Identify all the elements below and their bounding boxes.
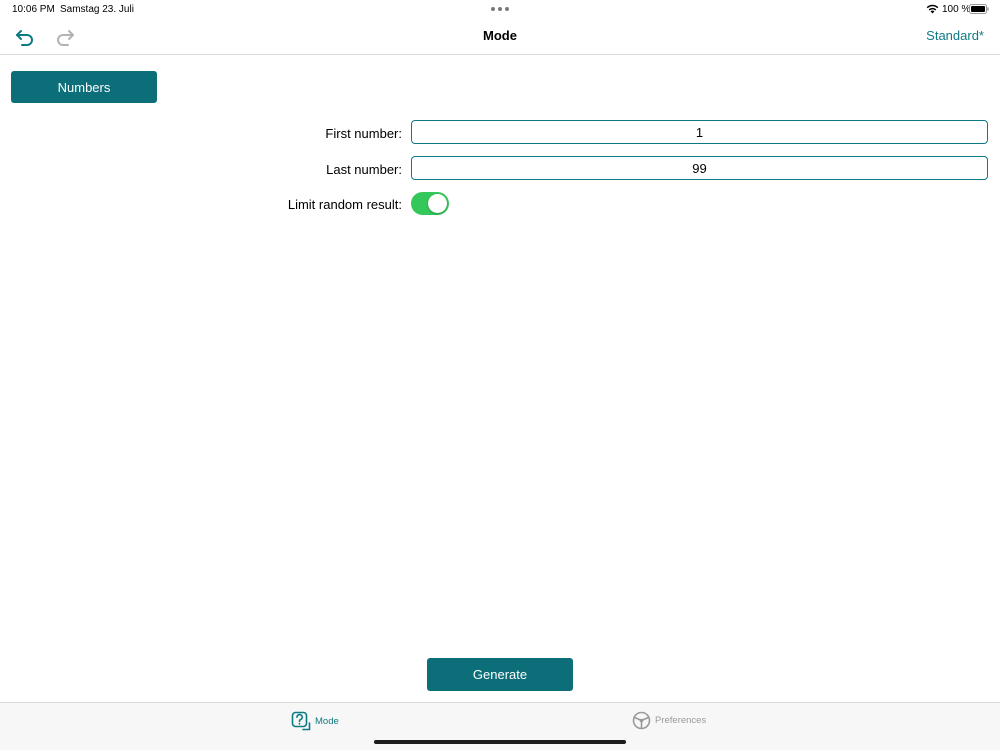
first-number-label: First number: xyxy=(325,126,402,141)
tab-preferences-label: Preferences xyxy=(655,715,707,726)
status-date: Samstag 23. Juli xyxy=(60,4,134,15)
status-time: 10:06 PM xyxy=(12,4,55,15)
tab-mode[interactable]: Mode xyxy=(291,711,339,731)
limit-random-result-label: Limit random result: xyxy=(287,197,402,212)
numbers-mode-button[interactable]: Numbers xyxy=(11,71,157,103)
last-number-label: Last number: xyxy=(326,162,402,177)
dice-question-icon xyxy=(291,711,311,731)
battery-icon xyxy=(969,4,989,14)
standard-preset-button[interactable]: Standard* xyxy=(926,28,984,43)
wifi-icon xyxy=(926,4,939,14)
navigation-bar: Mode Standard* xyxy=(0,20,1000,55)
battery-percentage: 100 % xyxy=(942,4,971,15)
status-bar: 10:06 PM Samstag 23. Juli 100 % xyxy=(0,0,1000,20)
page-title: Mode xyxy=(483,28,517,43)
first-number-input[interactable] xyxy=(411,120,988,144)
limit-random-result-toggle[interactable] xyxy=(411,192,449,215)
home-indicator[interactable] xyxy=(374,740,626,744)
last-number-input[interactable] xyxy=(411,156,988,180)
generate-button[interactable]: Generate xyxy=(427,658,573,691)
steering-wheel-icon xyxy=(632,711,651,730)
multitasking-dots-icon[interactable] xyxy=(491,7,509,11)
tab-preferences[interactable]: Preferences xyxy=(632,711,706,730)
toggle-knob xyxy=(428,194,447,213)
tab-mode-label: Mode xyxy=(315,715,339,727)
